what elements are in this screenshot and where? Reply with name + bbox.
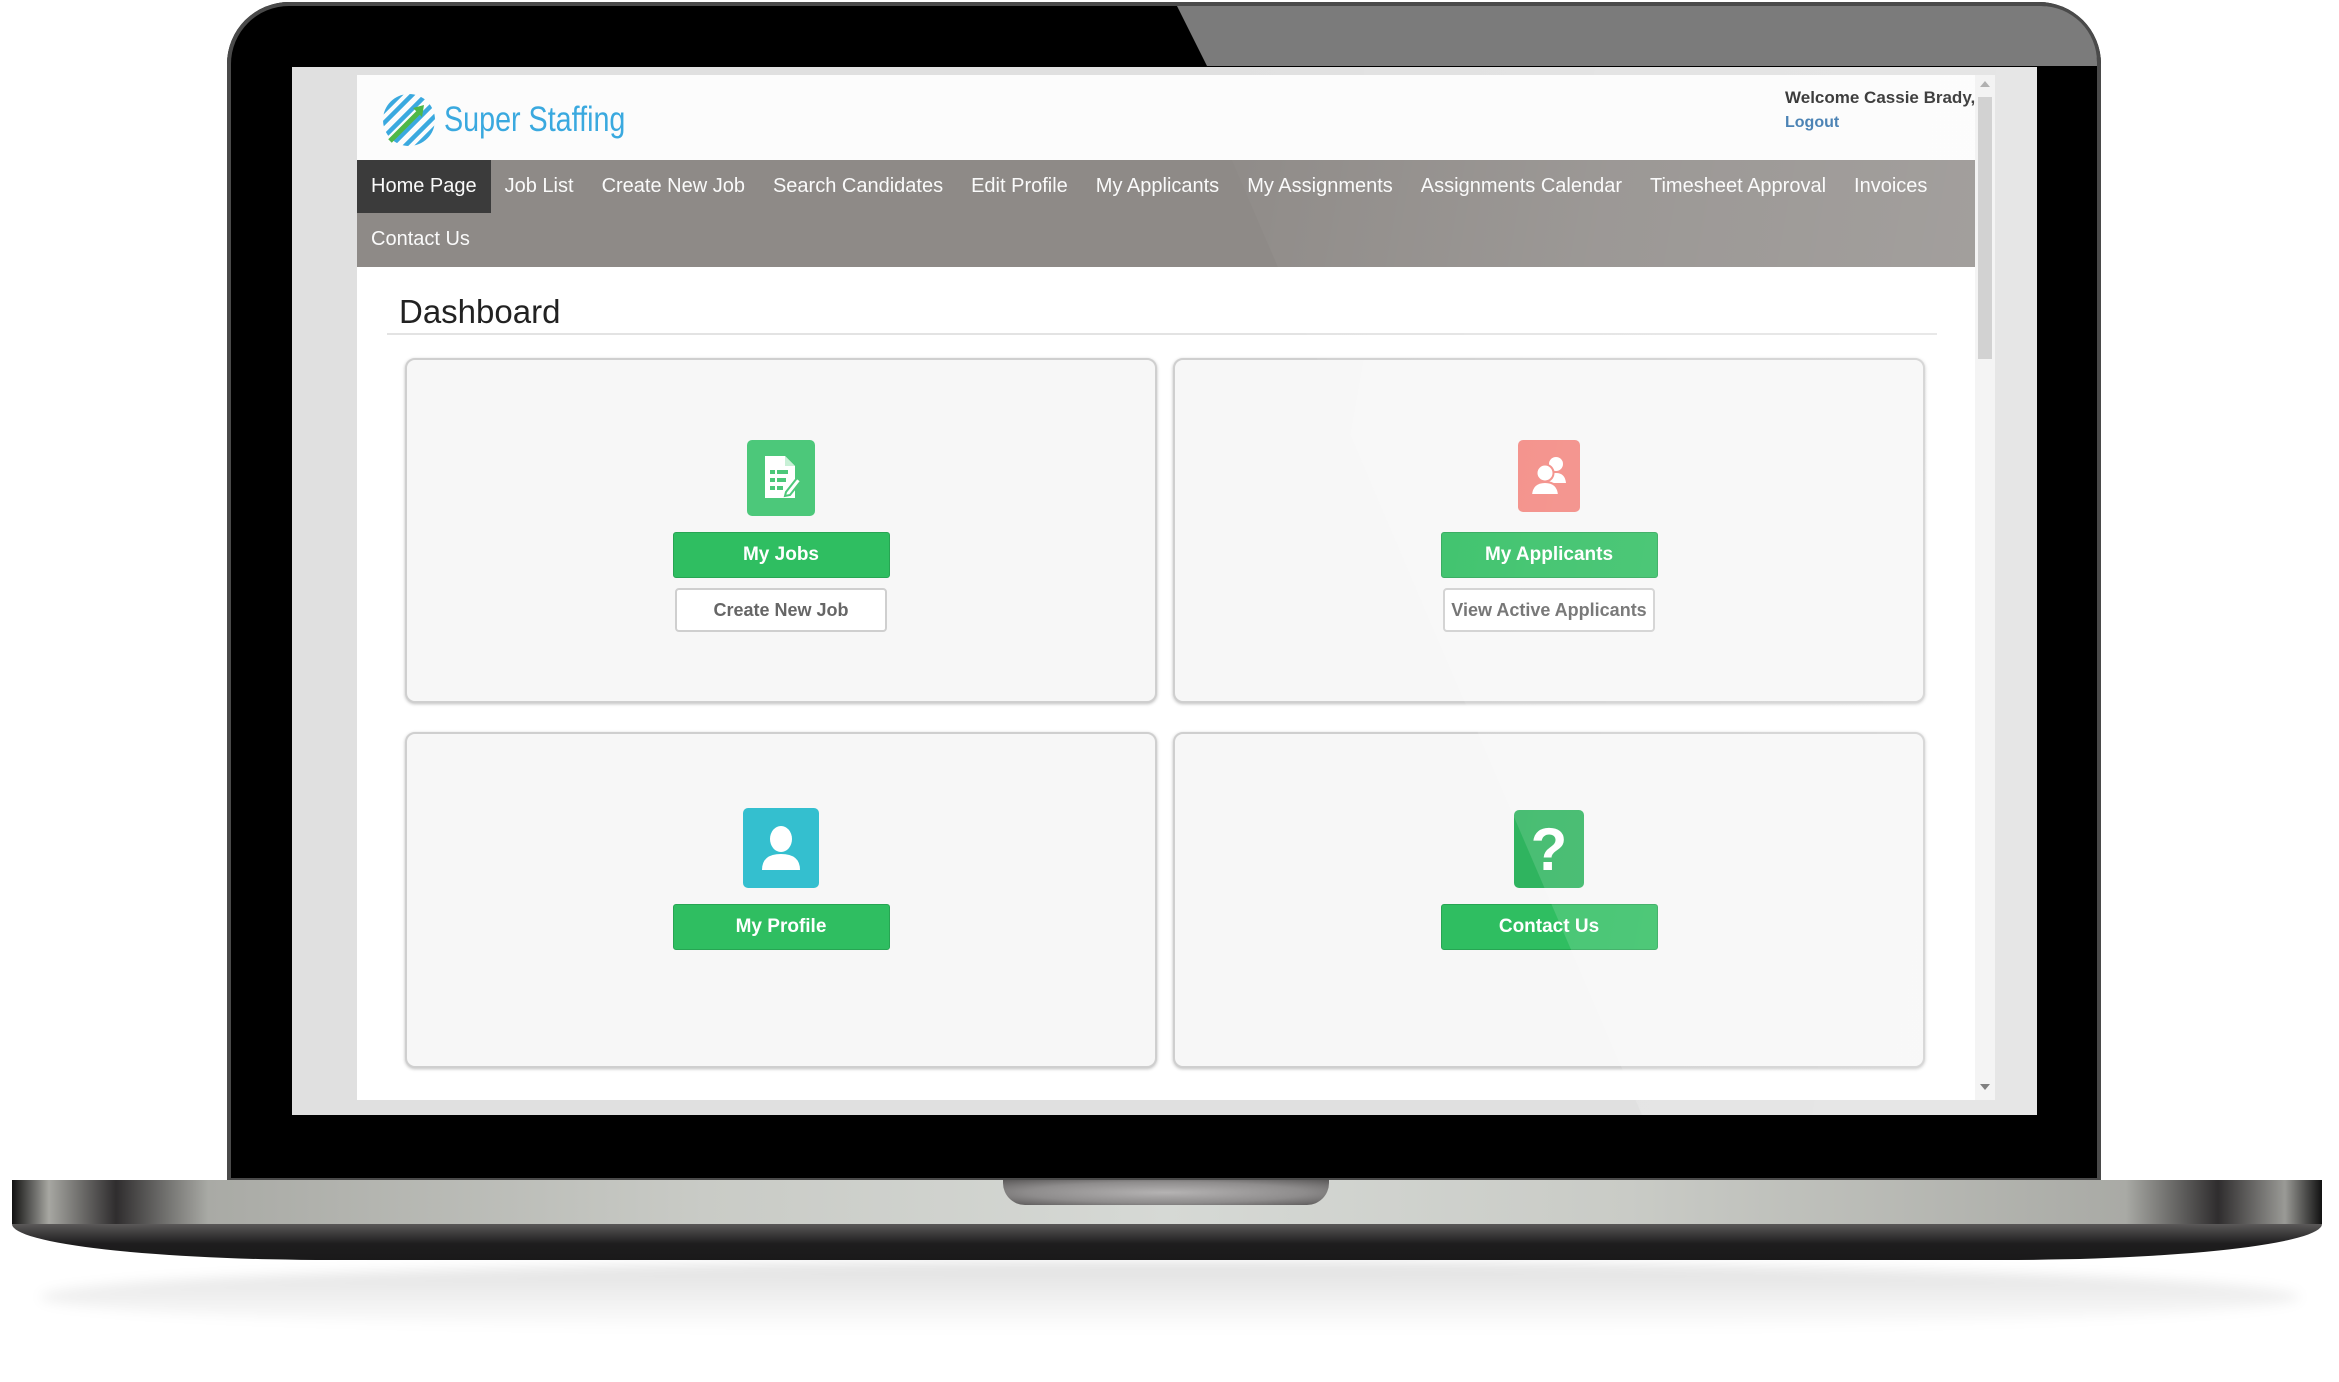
nav-assignments-calendar[interactable]: Assignments Calendar [1407, 160, 1636, 213]
card-contact-us: ? Contact Us [1173, 732, 1925, 1068]
nav-create-new-job[interactable]: Create New Job [588, 160, 759, 213]
view-active-applicants-button[interactable]: View Active Applicants [1443, 588, 1655, 632]
main-nav: Home Page Job List Create New Job Search… [357, 160, 1975, 267]
card-my-profile: My Profile [405, 732, 1157, 1068]
nav-my-assignments[interactable]: My Assignments [1233, 160, 1407, 213]
title-divider [387, 333, 1937, 335]
lid-reflection [1177, 6, 2097, 66]
vertical-scrollbar[interactable] [1975, 75, 1995, 1100]
nav-contact-us[interactable]: Contact Us [357, 213, 484, 266]
applicants-users-icon [1518, 440, 1580, 512]
question-glyph: ? [1530, 815, 1568, 883]
nav-row-2: Contact Us [357, 213, 1975, 266]
card-my-jobs: My Jobs Create New Job [405, 358, 1157, 703]
scroll-up-arrow-icon[interactable] [1980, 81, 1990, 87]
logo-icon [383, 94, 435, 146]
laptop-hinge-notch [1003, 1180, 1329, 1205]
nav-job-list[interactable]: Job List [491, 160, 588, 213]
job-document-edit-icon [747, 440, 815, 516]
laptop-screen: Super Staffing Welcome Cassie Brady, Log… [292, 67, 2037, 1115]
page-title: Dashboard [399, 293, 561, 330]
dashboard-content: Dashboard My Jobs Create New Job My Appl… [357, 267, 1975, 1100]
create-new-job-button[interactable]: Create New Job [675, 588, 887, 632]
welcome-text: Welcome Cassie Brady, [1785, 88, 1975, 107]
contact-us-button[interactable]: Contact Us [1440, 904, 1658, 950]
my-applicants-button[interactable]: My Applicants [1440, 532, 1658, 578]
user-greeting: Welcome Cassie Brady, Logout [1785, 88, 1975, 132]
brand-name: Super Staffing [444, 100, 626, 139]
nav-my-applicants[interactable]: My Applicants [1082, 160, 1233, 213]
nav-timesheet-approval[interactable]: Timesheet Approval [1636, 160, 1840, 213]
question-help-icon: ? [1514, 810, 1584, 888]
scroll-down-arrow-icon[interactable] [1980, 1084, 1990, 1090]
nav-edit-profile[interactable]: Edit Profile [957, 160, 1082, 213]
card-my-applicants: My Applicants View Active Applicants [1173, 358, 1925, 703]
laptop-shadow [40, 1262, 2300, 1332]
profile-user-icon [743, 808, 819, 888]
brand-logo[interactable]: Super Staffing [382, 93, 665, 147]
laptop-base-underside [12, 1224, 2322, 1260]
nav-search-candidates[interactable]: Search Candidates [759, 160, 957, 213]
my-jobs-button[interactable]: My Jobs [672, 532, 890, 578]
nav-invoices[interactable]: Invoices [1840, 160, 1941, 213]
site-header: Super Staffing Welcome Cassie Brady, Log… [357, 75, 1975, 160]
my-profile-button[interactable]: My Profile [672, 904, 890, 950]
web-page: Super Staffing Welcome Cassie Brady, Log… [357, 75, 1975, 1100]
nav-row-1: Home Page Job List Create New Job Search… [357, 160, 1975, 213]
logout-link[interactable]: Logout [1785, 114, 1975, 132]
scroll-thumb[interactable] [1978, 97, 1992, 359]
nav-home-page[interactable]: Home Page [357, 160, 491, 213]
